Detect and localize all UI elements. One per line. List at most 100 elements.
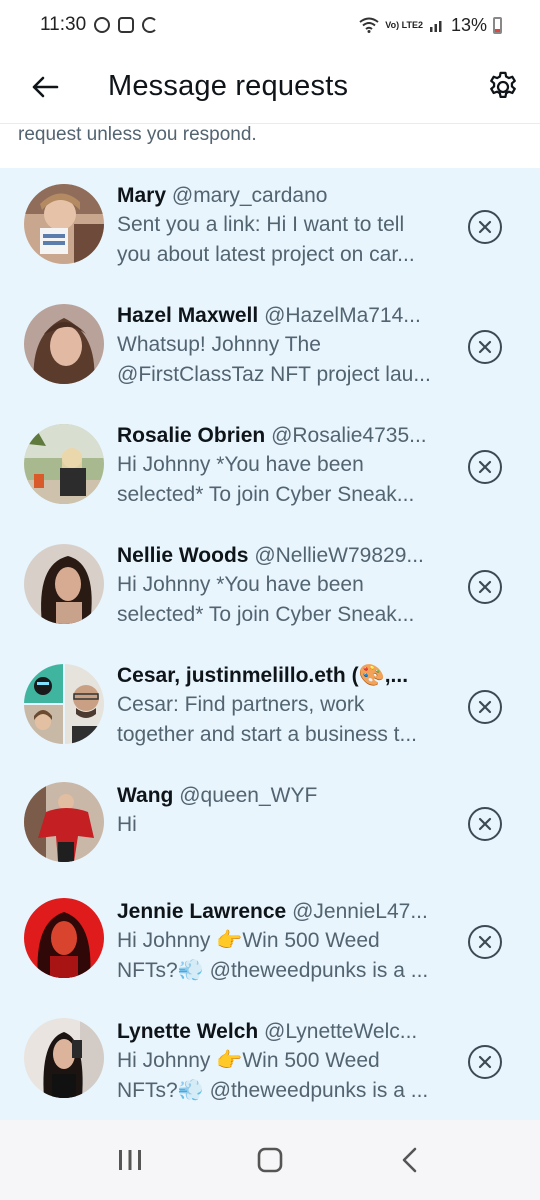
dismiss-button[interactable] bbox=[468, 690, 502, 724]
sender-handle: @JennieL47... bbox=[292, 900, 428, 923]
message-requests-list: Mary @mary_cardano Sent you a link: Hi I… bbox=[0, 168, 540, 1120]
dismiss-button[interactable] bbox=[468, 807, 502, 841]
signal-icon bbox=[429, 21, 442, 32]
dismiss-button[interactable] bbox=[468, 450, 502, 484]
dismiss-button[interactable] bbox=[468, 1045, 502, 1079]
name-line: Hazel Maxwell @HazelMa714... bbox=[117, 302, 447, 330]
sender-name: Nellie Woods bbox=[117, 544, 249, 567]
preview-line: Hi Johnny 👉Win 500 Weed bbox=[117, 929, 380, 952]
app-header: Message requests bbox=[0, 50, 540, 124]
preview-line: NFTs?💨 @theweedpunks is a ... bbox=[117, 959, 429, 982]
sender-handle: @queen_WYF bbox=[179, 784, 318, 807]
message-preview: Hi Johnny *You have been selected* To joi… bbox=[117, 450, 447, 510]
preview-line: Hi bbox=[117, 813, 137, 836]
sender-handle: @mary_cardano bbox=[171, 184, 328, 207]
instagram-icon bbox=[118, 17, 135, 33]
request-row-mary[interactable]: Mary @mary_cardano Sent you a link: Hi I… bbox=[0, 168, 540, 288]
request-text: Jennie Lawrence @JennieL47... Hi Johnny … bbox=[117, 898, 447, 986]
request-row-lynette-welch[interactable]: Lynette Welch @LynetteWelc... Hi Johnny … bbox=[0, 1004, 540, 1120]
message-preview: Cesar: Find partners, work together and s… bbox=[117, 690, 447, 750]
request-row-jennie-lawrence[interactable]: Jennie Lawrence @JennieL47... Hi Johnny … bbox=[0, 884, 540, 1004]
message-preview: Whatsup! Johnny The @FirstClassTaz NFT pr… bbox=[117, 330, 447, 390]
name-line: Jennie Lawrence @JennieL47... bbox=[117, 898, 447, 926]
system-nav-bar bbox=[0, 1120, 540, 1200]
close-icon bbox=[478, 340, 492, 354]
gear-icon bbox=[490, 71, 516, 98]
notice-text: request unless you respond. bbox=[18, 124, 257, 145]
sender-handle: @HazelMa714... bbox=[264, 304, 421, 327]
requests-notice: request unless you respond. bbox=[0, 124, 540, 168]
preview-line: Cesar: Find partners, work bbox=[117, 693, 365, 716]
whatsapp-icon bbox=[94, 17, 111, 33]
sender-name: Lynette Welch bbox=[117, 1020, 259, 1043]
request-row-wang[interactable]: Wang @queen_WYF Hi bbox=[0, 768, 540, 884]
avatar bbox=[24, 782, 104, 862]
preview-line: @FirstClassTaz NFT project lau... bbox=[117, 363, 431, 386]
name-line: Lynette Welch @LynetteWelc... bbox=[117, 1018, 447, 1046]
back-button[interactable] bbox=[0, 50, 90, 124]
close-icon bbox=[478, 1055, 492, 1069]
back-icon bbox=[402, 1147, 417, 1173]
recents-button[interactable] bbox=[100, 1130, 160, 1190]
name-line: Nellie Woods @NellieW79829... bbox=[117, 542, 447, 570]
close-icon bbox=[478, 935, 492, 949]
request-row-nellie-woods[interactable]: Nellie Woods @NellieW79829... Hi Johnny … bbox=[0, 528, 540, 648]
name-line: Mary @mary_cardano bbox=[117, 182, 447, 210]
sender-name: Rosalie Obrien bbox=[117, 424, 266, 447]
preview-line: selected* To join Cyber Sneak... bbox=[117, 483, 415, 506]
sender-name: Hazel Maxwell bbox=[117, 304, 259, 327]
battery-icon bbox=[493, 16, 502, 34]
sync-icon bbox=[142, 17, 159, 33]
message-preview: Hi Johnny *You have been selected* To joi… bbox=[117, 570, 447, 630]
group-avatar bbox=[24, 664, 104, 744]
avatar bbox=[24, 304, 104, 384]
avatar bbox=[24, 1018, 104, 1098]
request-text: Hazel Maxwell @HazelMa714... Whatsup! Jo… bbox=[117, 302, 447, 390]
close-icon bbox=[478, 580, 492, 594]
request-text: Nellie Woods @NellieW79829... Hi Johnny … bbox=[117, 542, 447, 630]
status-left: 11:30 bbox=[40, 14, 159, 36]
message-preview: Hi Johnny 👉Win 500 Weed NFTs?💨 @theweedpu… bbox=[117, 926, 447, 986]
request-row-rosalie-obrien[interactable]: Rosalie Obrien @Rosalie4735... Hi Johnny… bbox=[0, 408, 540, 528]
close-icon bbox=[478, 700, 492, 714]
back-nav-button[interactable] bbox=[380, 1130, 440, 1190]
settings-button[interactable] bbox=[466, 50, 540, 124]
sender-handle: @LynetteWelc... bbox=[264, 1020, 418, 1043]
dismiss-button[interactable] bbox=[468, 570, 502, 604]
name-line: Rosalie Obrien @Rosalie4735... bbox=[117, 422, 447, 450]
dismiss-button[interactable] bbox=[468, 330, 502, 364]
sender-name: Jennie Lawrence bbox=[117, 900, 287, 923]
request-text: Mary @mary_cardano Sent you a link: Hi I… bbox=[117, 182, 447, 270]
page-title: Message requests bbox=[108, 70, 349, 102]
request-text: Cesar, justinmelillo.eth (🎨,... Cesar: F… bbox=[117, 662, 447, 750]
wifi-icon bbox=[359, 17, 379, 33]
sender-handle: @NellieW79829... bbox=[254, 544, 424, 567]
request-text: Rosalie Obrien @Rosalie4735... Hi Johnny… bbox=[117, 422, 447, 510]
dismiss-button[interactable] bbox=[468, 210, 502, 244]
preview-line: Hi Johnny *You have been bbox=[117, 453, 364, 476]
preview-line: Whatsup! Johnny The bbox=[117, 333, 321, 356]
message-preview: Hi Johnny 👉Win 500 Weed NFTs?💨 @theweedpu… bbox=[117, 1046, 447, 1106]
avatar bbox=[24, 544, 104, 624]
home-icon bbox=[257, 1147, 283, 1173]
avatar bbox=[24, 898, 104, 978]
close-icon bbox=[478, 460, 492, 474]
request-row-group[interactable]: Cesar, justinmelillo.eth (🎨,... Cesar: F… bbox=[0, 648, 540, 768]
name-line: Cesar, justinmelillo.eth (🎨,... bbox=[117, 662, 447, 690]
preview-line: NFTs?💨 @theweedpunks is a ... bbox=[117, 1079, 429, 1102]
sender-name: Mary bbox=[117, 184, 167, 207]
avatar bbox=[24, 184, 104, 264]
network-type: Vo) LTE2 bbox=[385, 19, 423, 30]
home-button[interactable] bbox=[240, 1130, 300, 1190]
arrow-left-icon bbox=[32, 76, 59, 97]
status-right: Vo) LTE2 13% bbox=[359, 15, 502, 36]
close-icon bbox=[478, 220, 492, 234]
avatar bbox=[24, 424, 104, 504]
dismiss-button[interactable] bbox=[468, 925, 502, 959]
request-text: Lynette Welch @LynetteWelc... Hi Johnny … bbox=[117, 1018, 447, 1106]
preview-line: selected* To join Cyber Sneak... bbox=[117, 603, 415, 626]
status-bar: 11:30 Vo) LTE2 13% bbox=[0, 0, 540, 50]
preview-line: together and start a business t... bbox=[117, 723, 418, 746]
message-preview: Hi bbox=[117, 810, 447, 840]
request-row-hazel-maxwell[interactable]: Hazel Maxwell @HazelMa714... Whatsup! Jo… bbox=[0, 288, 540, 408]
